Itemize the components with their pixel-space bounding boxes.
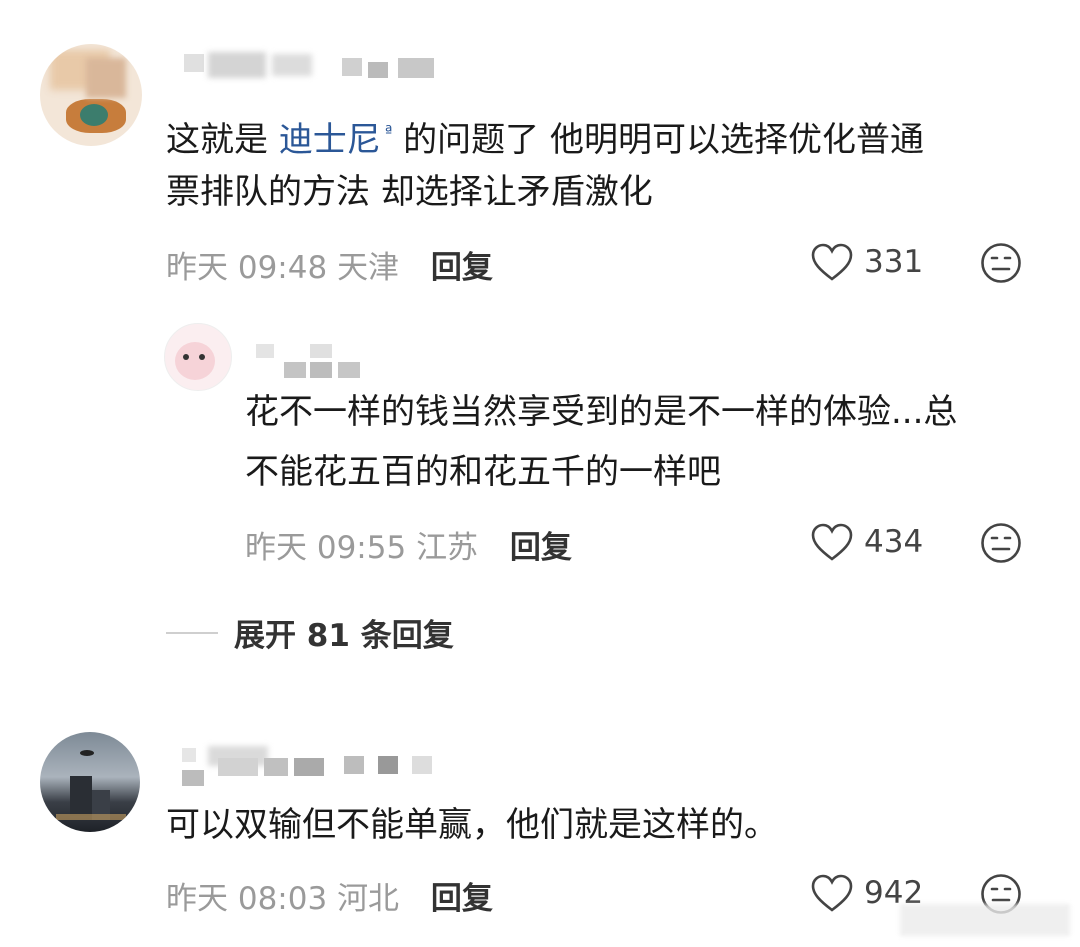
- like-button[interactable]: 434: [810, 522, 923, 562]
- comment-meta: 昨天 09:48 天津 回复: [166, 242, 493, 287]
- reply-location: 江苏: [416, 530, 479, 566]
- like-count: 331: [864, 244, 924, 280]
- like-button[interactable]: 331: [810, 242, 923, 282]
- watermark: [900, 904, 1070, 936]
- reply-text-line2: 不能花五百的和花五千的一样吧: [245, 452, 721, 492]
- comment-location: 河北: [337, 881, 400, 917]
- expand-divider: [166, 631, 218, 634]
- reply-button[interactable]: 回复: [431, 250, 493, 286]
- heart-outline-icon: [811, 243, 853, 281]
- avatar[interactable]: [40, 44, 142, 146]
- comment-time: 昨天 09:48: [166, 250, 328, 286]
- expand-replies-label: 展开 81 条回复: [234, 618, 454, 654]
- comment-text-rest: 的问题了 他明明可以选择优化普通: [392, 120, 924, 160]
- avatar[interactable]: [164, 323, 232, 391]
- comment-location: 天津: [337, 250, 400, 286]
- comment-text-prefix: 这就是: [166, 120, 279, 160]
- comment-text-line2: 票排队的方法 却选择让矛盾激化: [166, 172, 653, 212]
- heart-outline-icon: [811, 523, 853, 561]
- neutral-face-icon[interactable]: [980, 242, 1022, 284]
- reply-button[interactable]: 回复: [431, 881, 493, 917]
- topic-link-label: 迪士尼: [278, 120, 381, 160]
- comment-text: 这就是 迪士尼 ª 的问题了 他明明可以选择优化普通: [166, 103, 924, 169]
- avatar[interactable]: [40, 732, 140, 832]
- reply-button[interactable]: 回复: [510, 530, 572, 566]
- comment-text: 可以双输但不能单赢，他们就是这样的。: [166, 805, 778, 845]
- comment-time: 昨天 08:03: [166, 881, 328, 917]
- username-blurred[interactable]: [172, 744, 442, 788]
- like-count: 434: [864, 524, 924, 560]
- comment-meta: 昨天 08:03 河北 回复: [166, 873, 493, 918]
- neutral-face-icon[interactable]: [980, 522, 1022, 564]
- reply-text-line1: 花不一样的钱当然享受到的是不一样的体验...总: [245, 392, 958, 432]
- reply-time: 昨天 09:55: [245, 530, 407, 566]
- heart-outline-icon: [811, 874, 853, 912]
- topic-link[interactable]: 迪士尼 ª: [279, 120, 393, 160]
- username-blurred[interactable]: [250, 338, 390, 378]
- reply-meta: 昨天 09:55 江苏 回复: [245, 522, 572, 567]
- expand-replies-button[interactable]: 展开 81 条回复: [166, 610, 454, 655]
- username-blurred[interactable]: [172, 48, 442, 88]
